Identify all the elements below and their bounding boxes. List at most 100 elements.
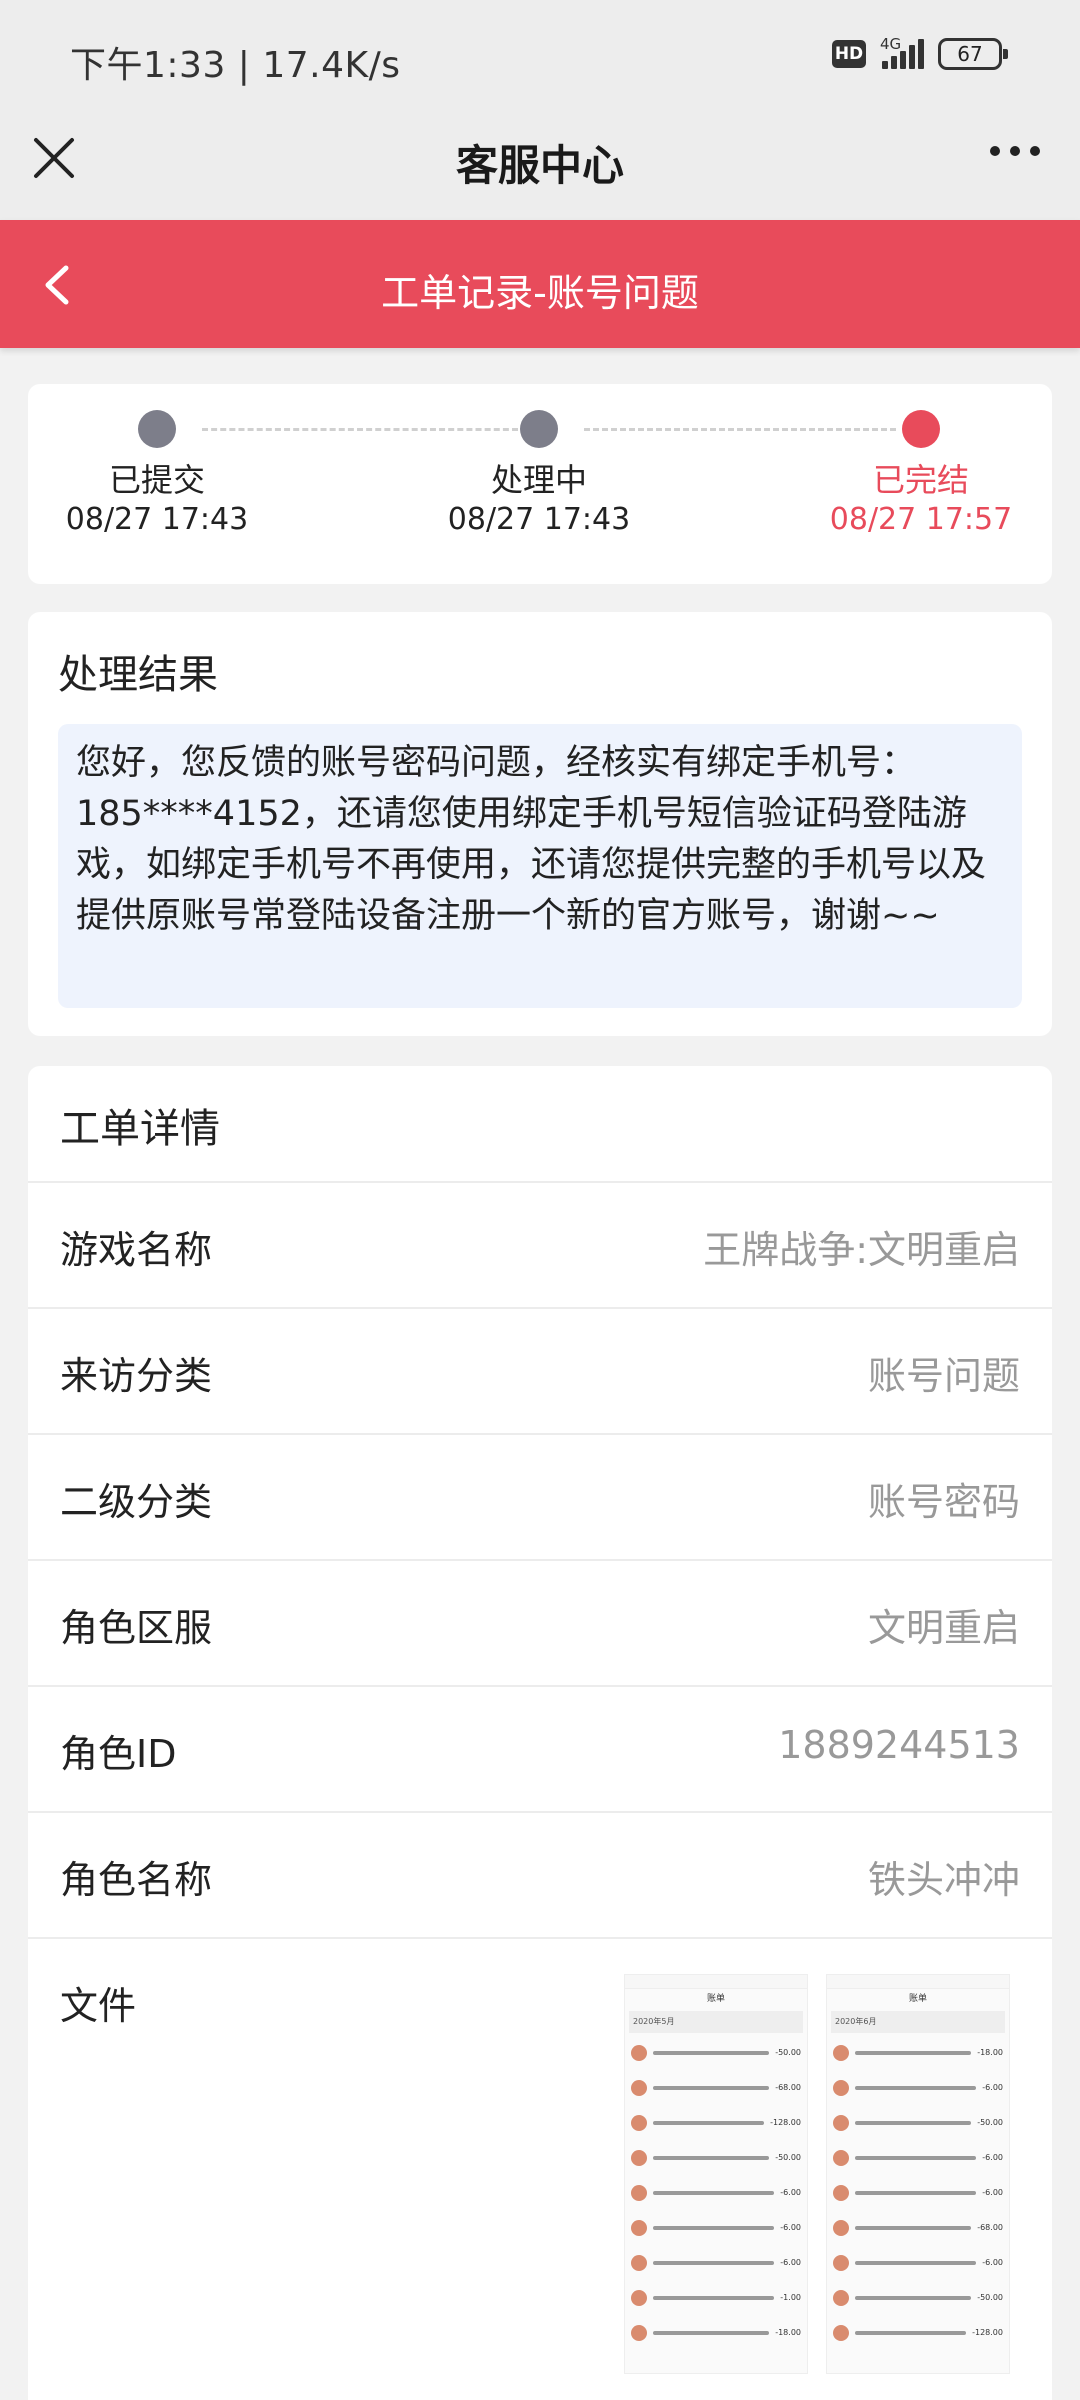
avatar (631, 2044, 647, 2061)
step-dot (520, 410, 558, 448)
attachment-entry: -128.00 (827, 2315, 1009, 2350)
result-heading: 处理结果 (58, 652, 218, 698)
status-icons: HD 4G 67 (832, 35, 1008, 70)
attachment-amount: -50.00 (775, 2153, 801, 2162)
avatar (631, 2114, 647, 2131)
attachment-entry: -18.00 (625, 2315, 807, 2350)
hd-icon: HD (832, 40, 866, 68)
attachment-entry: -1.00 (625, 2280, 807, 2315)
battery-icon: 67 (938, 38, 1008, 70)
avatar (833, 2289, 849, 2306)
attachment-rows: -18.00 -6.00 -50.00 -6.00 -6.00 -68.00 -6.00 -5… (827, 2035, 1009, 2350)
detail-key: 文件 (60, 1984, 137, 2028)
status-time: 下午1:33 | 17.4K/s (70, 45, 401, 86)
attachment-month: 2020年5月 (629, 2011, 803, 2033)
attachment-amount: -6.00 (780, 2188, 801, 2197)
detail-row-role-name: 角色名称 铁头冲冲 (28, 1811, 1052, 1937)
attachment-thumbnail[interactable]: 账单 2020年5月 -50.00 -68.00 -128.00 -50.00 -6.0… (624, 1974, 808, 2374)
step-label: 处理中 (490, 461, 587, 499)
detail-key: 来访分类 (60, 1354, 213, 1398)
signal-icon: 4G (880, 35, 924, 69)
attachment-entry: -6.00 (625, 2210, 807, 2245)
result-message: 您好，您反馈的账号密码问题，经核实有绑定手机号：185****4152，还请您使… (58, 724, 1022, 1008)
step-submitted: 已提交 08/27 17:43 (37, 410, 277, 540)
avatar (631, 2184, 647, 2201)
details-card: 工单详情 游戏名称 王牌战争:文明重启 来访分类 账号问题 二级分类 账号密码 … (28, 1066, 1052, 2400)
attachment-thumbnail[interactable]: 账单 2020年6月 -18.00 -6.00 -50.00 -6.00 -6.00 -6… (826, 1974, 1010, 2374)
step-dot (138, 410, 176, 448)
avatar (833, 2254, 849, 2271)
attachment-list: 账单 2020年5月 -50.00 -68.00 -128.00 -50.00 -6.0… (624, 1974, 1010, 2374)
attachment-entry: -6.00 (827, 2140, 1009, 2175)
attachment-amount: -6.00 (982, 2083, 1003, 2092)
detail-row-category: 来访分类 账号问题 (28, 1307, 1052, 1433)
attachment-title: 账单 (908, 1994, 927, 2004)
attachment-entry: -6.00 (827, 2175, 1009, 2210)
attachment-rows: -50.00 -68.00 -128.00 -50.00 -6.00 -6.00 -6.00… (625, 2035, 807, 2350)
detail-value: 王牌战争:文明重启 (703, 1228, 1020, 1272)
page-header: 工单记录-账号问题 (0, 220, 1080, 348)
result-card: 处理结果 您好，您反馈的账号密码问题，经核实有绑定手机号：185****4152… (28, 612, 1052, 1036)
attachment-amount: -1.00 (780, 2293, 801, 2302)
detail-row-role-id: 角色ID 1889244513 (28, 1685, 1052, 1811)
detail-row-subcategory: 二级分类 账号密码 (28, 1433, 1052, 1559)
attachment-entry: -18.00 (827, 2035, 1009, 2070)
avatar (833, 2184, 849, 2201)
attachment-amount: -6.00 (780, 2223, 801, 2232)
detail-key: 游戏名称 (60, 1228, 213, 1272)
avatar (631, 2289, 647, 2306)
avatar (631, 2149, 647, 2166)
detail-row-game: 游戏名称 王牌战争:文明重启 (28, 1181, 1052, 1307)
progress-card: 已提交 08/27 17:43 处理中 08/27 17:43 已完结 08/2… (28, 384, 1052, 584)
avatar (833, 2149, 849, 2166)
battery-level: 67 (957, 42, 983, 66)
attachment-month: 2020年6月 (831, 2011, 1005, 2033)
detail-value: 1889244513 (778, 1723, 1020, 1767)
avatar (833, 2079, 849, 2096)
attachment-amount: -68.00 (775, 2083, 801, 2092)
attachment-amount: -68.00 (977, 2223, 1003, 2232)
step-date: 08/27 17:57 (829, 502, 1013, 537)
attachment-amount: -128.00 (972, 2328, 1003, 2337)
attachment-amount: -128.00 (770, 2118, 801, 2127)
detail-row-server: 角色区服 文明重启 (28, 1559, 1052, 1685)
attachment-amount: -6.00 (982, 2153, 1003, 2162)
detail-key: 角色名称 (60, 1858, 213, 1902)
attachment-amount: -6.00 (982, 2188, 1003, 2197)
attachment-amount: -6.00 (982, 2258, 1003, 2267)
attachment-amount: -6.00 (780, 2258, 801, 2267)
attachment-entry: -68.00 (625, 2070, 807, 2105)
attachment-entry: -6.00 (827, 2245, 1009, 2280)
attachment-entry: -6.00 (625, 2245, 807, 2280)
attachment-amount: -18.00 (977, 2048, 1003, 2057)
avatar (631, 2324, 647, 2341)
attachment-entry: -128.00 (625, 2105, 807, 2140)
avatar (631, 2219, 647, 2236)
detail-value: 文明重启 (867, 1606, 1020, 1650)
avatar (833, 2324, 849, 2341)
step-date: 08/27 17:43 (65, 502, 249, 537)
detail-key: 二级分类 (60, 1480, 213, 1524)
detail-key: 角色ID (60, 1732, 177, 1776)
attachment-amount: -50.00 (977, 2293, 1003, 2302)
step-processing: 处理中 08/27 17:43 (419, 410, 659, 540)
avatar (631, 2254, 647, 2271)
avatar (833, 2114, 849, 2131)
app-bar: 客服中心 (0, 110, 1080, 220)
detail-value: 账号问题 (867, 1354, 1020, 1398)
step-dot (902, 410, 940, 448)
attachment-entry: -50.00 (827, 2105, 1009, 2140)
avatar (833, 2044, 849, 2061)
more-icon[interactable] (990, 146, 1040, 156)
status-bar: 下午1:33 | 17.4K/s HD 4G 67 (0, 0, 1080, 110)
page-title: 工单记录-账号问题 (381, 271, 699, 315)
attachment-entry: -6.00 (625, 2175, 807, 2210)
attachment-entry: -68.00 (827, 2210, 1009, 2245)
attachment-amount: -18.00 (775, 2328, 801, 2337)
step-completed: 已完结 08/27 17:57 (801, 410, 1041, 540)
attachment-amount: -50.00 (775, 2048, 801, 2057)
detail-value: 铁头冲冲 (867, 1858, 1020, 1902)
attachment-entry: -50.00 (625, 2140, 807, 2175)
attachment-title: 账单 (706, 1994, 725, 2004)
attachment-entry: -6.00 (827, 2070, 1009, 2105)
